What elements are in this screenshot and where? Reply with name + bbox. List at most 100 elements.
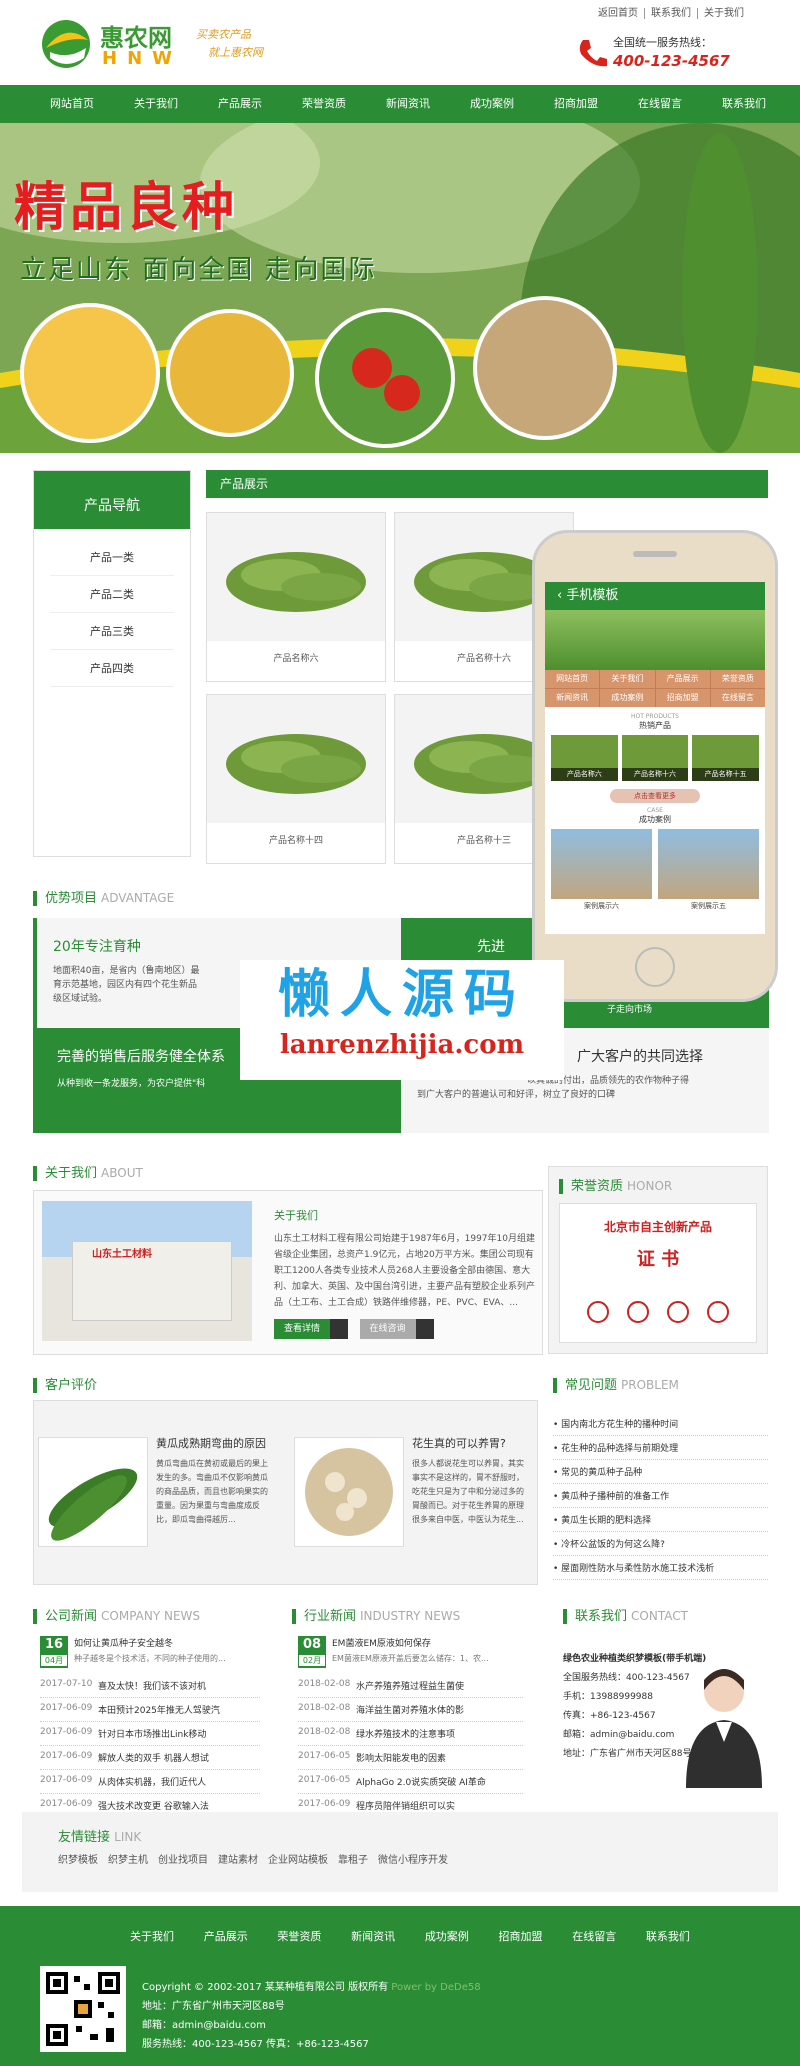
site-logo[interactable]: 惠农网 HNW 买卖农产品 就上惠农网 [40, 16, 280, 72]
friend-link[interactable]: 企业网站模板 [268, 1851, 328, 1866]
footer-nav-item[interactable]: 荣誉资质 [277, 1928, 321, 1944]
honor-certificate[interactable]: 北京市自主创新产品 证 书 [559, 1203, 757, 1343]
phone-menu-item[interactable]: 关于我们 [600, 670, 655, 688]
hero-banner[interactable]: 精品良种 立足山东 面向全国 走向国际 [0, 123, 800, 453]
news-item[interactable]: 2017-07-10 喜及太快！我们该不该对机 [40, 1674, 260, 1698]
hotline-number: 400-123-4567 [613, 52, 730, 70]
product-card[interactable]: 产品名称六 [206, 512, 386, 682]
news-item[interactable]: 2017-06-09 解放人类的双手 机器人想试 [40, 1746, 260, 1770]
news-date-badge: 08 02月 [298, 1636, 326, 1668]
top-link-home[interactable]: 返回首页 [592, 8, 644, 19]
news-item[interactable]: 2018-02-08 绿水养殖技术的注意事项 [298, 1722, 523, 1746]
phone-product-name: 产品名称十六 [621, 768, 689, 781]
footer-nav-item[interactable]: 新闻资讯 [351, 1928, 395, 1944]
phone-menu-item[interactable]: 荣誉资质 [710, 670, 765, 688]
friend-link[interactable]: 创业找项目 [158, 1851, 208, 1866]
phone-menu-item[interactable]: 在线留言 [710, 689, 765, 707]
banner-title: 精品良种 [14, 177, 239, 238]
news-featured[interactable]: 16 04月 如何让黄瓜种子安全越冬 种子越冬是个技术活，不同的种子使用的... [40, 1636, 260, 1668]
footer-nav-item[interactable]: 关于我们 [130, 1928, 174, 1944]
nav-contact[interactable]: 联系我们 [702, 85, 786, 123]
phone-product[interactable]: 产品名称十六 [621, 735, 689, 781]
product-card[interactable]: 产品名称十四 [206, 694, 386, 864]
back-icon: ‹ [557, 588, 567, 603]
phone-title: 手机模板 [566, 588, 619, 603]
product-name: 产品名称六 [273, 654, 319, 664]
footer-powered[interactable]: Power by DeDe58 [391, 1982, 480, 1993]
phone-menu-item[interactable]: 网站首页 [545, 670, 600, 688]
nav-honor[interactable]: 荣誉资质 [282, 85, 366, 123]
sidenav-item[interactable]: 产品一类 [50, 539, 174, 576]
industry-news-title-en: INDUSTRY NEWS [360, 1609, 461, 1623]
nav-products[interactable]: 产品展示 [198, 85, 282, 123]
company-news-heading: 公司新闻 COMPANY NEWS [33, 1609, 200, 1624]
logo-slogan-2: 就上惠农网 [208, 46, 263, 59]
news-item[interactable]: 2018-02-08 海洋益生菌对养殖水体的影 [298, 1698, 523, 1722]
phone-hot-cn: 热销产品 [639, 721, 671, 730]
faq-item[interactable]: • 花生种的品种选择与前期处理 [553, 1436, 768, 1460]
footer-nav-item[interactable]: 在线留言 [572, 1928, 616, 1944]
news-featured-title: EM菌液EM原液如何保存 [332, 1639, 431, 1649]
about-sub: 关于我们 [274, 1209, 318, 1222]
faq-item[interactable]: • 屋面刚性防水与柔性防水施工技术浅析 [553, 1556, 768, 1580]
news-day: 08 [302, 1637, 322, 1652]
phone-case-name: 案例展示六 [584, 902, 619, 910]
nav-cases[interactable]: 成功案例 [450, 85, 534, 123]
sidenav-item[interactable]: 产品四类 [50, 650, 174, 687]
news-item[interactable]: 2017-06-09 针对日本市场推出Link移动 [40, 1722, 260, 1746]
phone-cases: 案例展示六 案例展示五 [545, 825, 765, 915]
about-consult-button[interactable]: 在线咨询 [359, 1319, 416, 1339]
main-nav: 网站首页 关于我们 产品展示 荣誉资质 新闻资讯 成功案例 招商加盟 在线留言 … [0, 85, 800, 123]
review-item[interactable]: 黄瓜成熟期弯曲的原因 黄瓜弯曲瓜在黄初或最后的果上发生的多。弯曲瓜不仅影响黄瓜的… [34, 1401, 286, 1586]
news-month: 02月 [298, 1654, 326, 1667]
news-item[interactable]: 2018-02-08 水产养殖养殖过程益生菌使 [298, 1674, 523, 1698]
footer-nav-item[interactable]: 招商加盟 [499, 1928, 543, 1944]
friend-link[interactable]: 微信小程序开发 [378, 1851, 448, 1866]
friend-link[interactable]: 靠租子 [338, 1851, 368, 1866]
footer-nav-item[interactable]: 产品展示 [204, 1928, 248, 1944]
nav-home[interactable]: 网站首页 [30, 85, 114, 123]
friend-link[interactable]: 织梦模板 [58, 1851, 98, 1866]
phone-product[interactable]: 产品名称十五 [692, 735, 760, 781]
news-featured[interactable]: 08 02月 EM菌液EM原液如何保存 EM菌液EM原液开盖后要怎么储存：1、农… [298, 1636, 523, 1668]
logo-en: HNW [102, 48, 182, 69]
nav-news[interactable]: 新闻资讯 [366, 85, 450, 123]
footer-nav-item[interactable]: 成功案例 [425, 1928, 469, 1944]
nav-message[interactable]: 在线留言 [618, 85, 702, 123]
sidenav-item[interactable]: 产品二类 [50, 576, 174, 613]
footer-nav-item[interactable]: 联系我们 [646, 1928, 690, 1944]
news-item[interactable]: 2017-06-09 本田预计2025年推无人驾驶汽 [40, 1698, 260, 1722]
faq-item[interactable]: • 常见的黄瓜种子品种 [553, 1460, 768, 1484]
phone-case[interactable]: 案例展示五 [658, 829, 759, 911]
friend-link[interactable]: 建站素材 [218, 1851, 258, 1866]
faq-item[interactable]: • 黄瓜生长期的肥料选择 [553, 1508, 768, 1532]
faq-item[interactable]: • 冷杯公盆饭的为何这么降? [553, 1532, 768, 1556]
top-link-about[interactable]: 关于我们 [697, 8, 750, 19]
faq-item[interactable]: • 国内南北方花生种的播种时间 [553, 1412, 768, 1436]
phone-menu-item[interactable]: 产品展示 [655, 670, 710, 688]
friend-link[interactable]: 织梦主机 [108, 1851, 148, 1866]
phone-more-button[interactable]: 点击查看更多 [610, 789, 700, 803]
nav-about[interactable]: 关于我们 [114, 85, 198, 123]
faq-list: • 国内南北方花生种的播种时间 • 花生种的品种选择与前期处理 • 常见的黄瓜种… [553, 1412, 768, 1580]
news-item[interactable]: 2017-06-09 从肉体实机器，我们近代人 [40, 1770, 260, 1794]
links-list: 织梦模板 织梦主机 创业找项目 建站素材 企业网站模板 靠租子 微信小程序开发 [58, 1851, 742, 1866]
top-link-contact[interactable]: 联系我们 [644, 8, 697, 19]
phone-menu-item[interactable]: 成功案例 [600, 689, 655, 707]
about-more-button[interactable]: 查看详情 [274, 1319, 331, 1339]
industry-news-heading: 行业新闻 INDUSTRY NEWS [292, 1609, 460, 1624]
phone-menu-item[interactable]: 新闻资讯 [545, 689, 600, 707]
sidenav-item[interactable]: 产品三类 [50, 613, 174, 650]
phone-product[interactable]: 产品名称六 [551, 735, 618, 781]
review-item[interactable]: 花生真的可以养胃? 很多人都说花生可以养胃，其实事实不是这样的，胃不舒服时，吃花… [286, 1401, 538, 1586]
phone-menu-item[interactable]: 招商加盟 [655, 689, 710, 707]
leaf-logo-icon [42, 20, 90, 68]
faq-item[interactable]: • 黄瓜种子播种前的准备工作 [553, 1484, 768, 1508]
links-heading: 友情链接 LINK [58, 1826, 742, 1845]
news-item[interactable]: 2017-06-05 影响太阳能发电的因素 [298, 1746, 523, 1770]
honor-title-en: HONOR [627, 1179, 673, 1193]
news-item[interactable]: 2017-06-05 AlphaGo 2.0说实质突破 AI革命 [298, 1770, 523, 1794]
nav-join[interactable]: 招商加盟 [534, 85, 618, 123]
phone-product-name: 产品名称六 [551, 768, 618, 781]
phone-case[interactable]: 案例展示六 [551, 829, 652, 911]
